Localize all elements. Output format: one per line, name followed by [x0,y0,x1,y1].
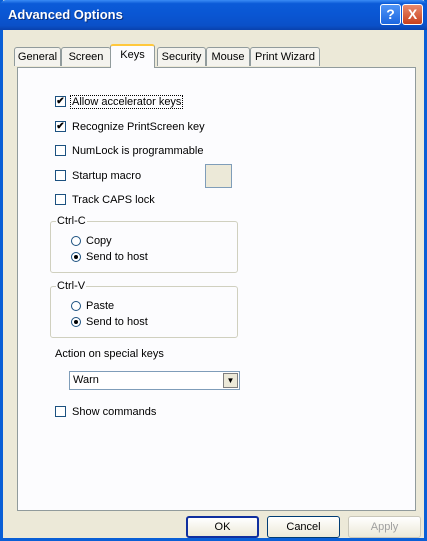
help-button[interactable]: ? [380,4,401,25]
advanced-options-dialog: Advanced Options ? X General Screen Keys… [0,0,427,541]
special-keys-label: Action on special keys [55,348,164,360]
chevron-down-icon[interactable]: ▼ [223,373,238,388]
tab-general[interactable]: General [14,47,61,66]
radio-button-selected-icon [71,252,81,262]
close-icon: X [407,6,418,22]
special-keys-select[interactable]: Warn ▼ [69,371,240,390]
checkbox-box [55,194,66,205]
title-bar[interactable]: Advanced Options ? X [0,0,427,30]
keys-tab-panel: ✔ Allow accelerator keys ✔ Recognize Pri… [17,67,416,511]
recognize-printscreen-label: Recognize PrintScreen key [72,121,205,133]
tab-print-wizard[interactable]: Print Wizard [250,47,320,66]
cancel-button[interactable]: Cancel [267,516,340,538]
ctrl-c-group-title: Ctrl-C [56,215,87,227]
tab-screen[interactable]: Screen [61,47,111,66]
tab-security[interactable]: Security [157,47,206,66]
radio-button-icon [71,236,81,246]
checkbox-box [55,170,66,181]
close-button[interactable]: X [402,4,423,25]
ok-button[interactable]: OK [186,516,259,538]
check-mark-icon: ✔ [55,96,66,107]
window-title: Advanced Options [8,7,123,22]
ctrl-c-copy-label: Copy [86,235,112,247]
ctrl-c-group: Ctrl-C Copy Send to host [50,215,238,273]
radio-button-selected-icon [71,317,81,327]
ctrl-v-send-to-host-label: Send to host [86,316,148,328]
special-keys-value: Warn [73,374,99,386]
checkbox-box [55,145,66,156]
ctrl-c-send-to-host-label: Send to host [86,251,148,263]
startup-macro-label: Startup macro [72,170,142,182]
check-mark-icon: ✔ [55,121,66,132]
ctrl-v-paste-label: Paste [86,300,115,312]
apply-button[interactable]: Apply [348,516,421,538]
startup-macro-field[interactable] [205,164,232,188]
tab-mouse[interactable]: Mouse [206,47,250,66]
ctrl-v-group-title: Ctrl-V [56,280,87,292]
help-icon: ? [386,6,395,22]
allow-accelerator-keys-label: Allow accelerator keys [70,95,184,109]
ctrl-v-group: Ctrl-V Paste Send to host [50,280,238,338]
tab-keys[interactable]: Keys [110,44,155,68]
numlock-programmable-label: NumLock is programmable [72,145,204,157]
show-commands-label: Show commands [72,406,157,418]
checkbox-box [55,406,66,417]
track-caps-lock-label: Track CAPS lock [72,194,155,206]
radio-button-icon [71,301,81,311]
